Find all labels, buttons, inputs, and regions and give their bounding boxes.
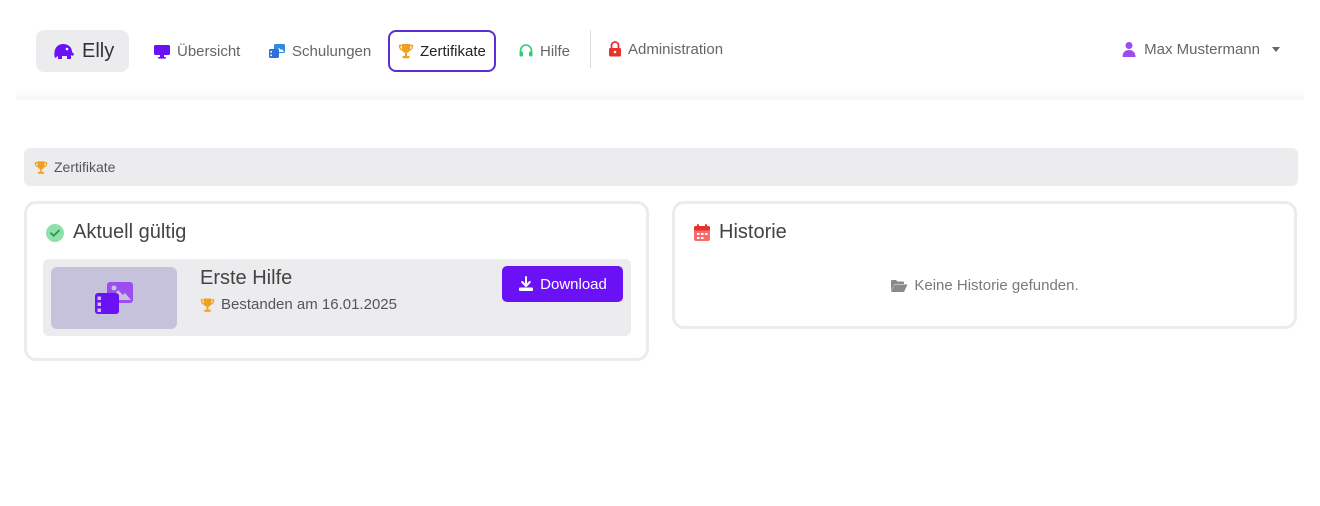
download-button[interactable]: Download xyxy=(502,266,623,302)
monitor-icon xyxy=(153,43,171,59)
certificate-thumbnail xyxy=(51,267,177,329)
trophy-icon xyxy=(200,297,215,313)
nav-item-schulungen[interactable]: Schulungen xyxy=(268,30,371,72)
history-card: Historie Keine Historie gefunden. xyxy=(672,201,1297,329)
certificate-item: Erste Hilfe Bestanden am 16.01.2025 Down… xyxy=(43,259,631,336)
brand-home-link[interactable]: Elly xyxy=(36,30,129,72)
calendar-icon xyxy=(693,223,711,242)
download-icon xyxy=(518,276,534,292)
nav-item-label: Hilfe xyxy=(540,42,571,60)
empty-state: Keine Historie gefunden. xyxy=(675,277,1294,294)
photo-video-icon xyxy=(94,281,134,315)
nav-divider xyxy=(590,30,591,68)
brand-name: Elly xyxy=(82,39,115,62)
empty-state-text: Keine Historie gefunden. xyxy=(914,277,1079,294)
nav-item-label: Übersicht xyxy=(177,42,241,60)
nav-item-administration[interactable]: Administration xyxy=(608,28,723,70)
photo-video-icon xyxy=(268,43,286,59)
nav-item-label: Zertifikate xyxy=(420,42,486,60)
card-title-text: Historie xyxy=(719,221,787,243)
headset-icon xyxy=(518,43,534,59)
user-icon xyxy=(1122,41,1136,57)
card-title: Aktuell gültig xyxy=(45,221,186,244)
trophy-icon xyxy=(398,43,414,59)
chevron-down-icon xyxy=(1272,46,1280,52)
nav-item-hilfe[interactable]: Hilfe xyxy=(518,30,570,72)
user-name: Max Mustermann xyxy=(1144,40,1260,58)
card-title-text: Aktuell gültig xyxy=(73,221,187,243)
top-navbar: Elly Übersicht Schulungen Zertifikate Hi… xyxy=(16,0,1304,100)
nav-item-uebersicht[interactable]: Übersicht xyxy=(153,30,240,72)
certificate-name: Erste Hilfe xyxy=(200,267,293,289)
nav-item-label: Schulungen xyxy=(292,42,372,60)
elephant-icon xyxy=(52,41,76,61)
certificate-status-text: Bestanden am 16.01.2025 xyxy=(221,296,397,313)
breadcrumb-label: Zertifikate xyxy=(54,159,116,175)
nav-item-zertifikate[interactable]: Zertifikate xyxy=(388,30,496,72)
lock-icon xyxy=(608,41,622,57)
certificate-status: Bestanden am 16.01.2025 xyxy=(200,296,397,313)
card-title: Historie xyxy=(693,221,787,244)
nav-item-label: Administration xyxy=(628,40,724,58)
current-certificates-card: Aktuell gültig Erste Hilfe Bestanden am … xyxy=(24,201,649,361)
check-circle-icon xyxy=(45,223,65,243)
breadcrumb: Zertifikate xyxy=(24,148,1298,186)
trophy-icon xyxy=(34,160,48,175)
user-menu[interactable]: Max Mustermann xyxy=(1122,30,1280,68)
folder-open-icon xyxy=(890,279,908,293)
download-button-label: Download xyxy=(540,275,607,293)
